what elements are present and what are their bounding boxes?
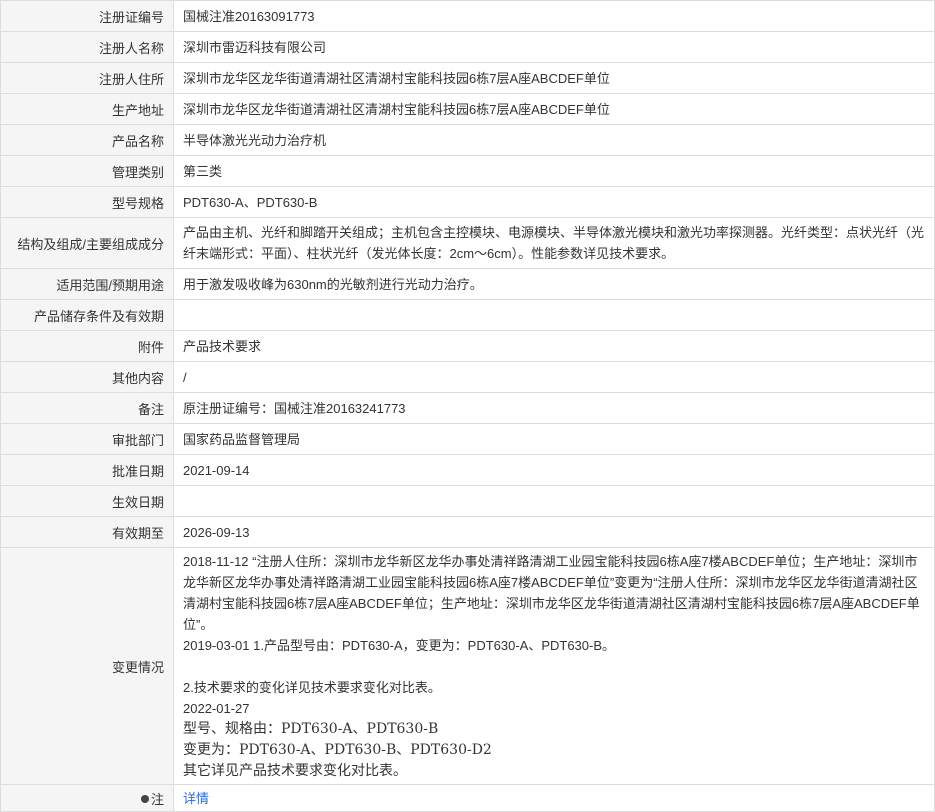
label-other: 其他内容: [0, 361, 174, 393]
value-other: /: [173, 361, 935, 393]
row-registrant-address: 注册人住所 深圳市龙华区龙华街道清湖社区清湖村宝能科技园6栋7层A座ABCDEF…: [0, 62, 935, 94]
label-production-address: 生产地址: [0, 93, 174, 125]
value-expiry-date: 2026-09-13: [173, 516, 935, 548]
label-attachment: 附件: [0, 330, 174, 362]
label-product-name: 产品名称: [0, 124, 174, 156]
change-entry-2022-note: 其它详见产品技术要求变化对比表。: [183, 762, 407, 779]
pin-icon: [140, 795, 149, 804]
row-note: 注 详情: [0, 784, 935, 812]
row-approval-date: 批准日期 2021-09-14: [0, 454, 935, 486]
note-label-text: 注: [150, 791, 164, 807]
row-attachment: 附件 产品技术要求: [0, 330, 935, 362]
value-approval-date: 2021-09-14: [173, 454, 935, 486]
row-remark: 备注 原注册证编号：国械注准20163241773: [0, 392, 935, 424]
label-changes: 变更情况: [0, 547, 174, 785]
value-note: 详情: [173, 784, 935, 812]
row-intended-use: 适用范围/预期用途 用于激发吸收峰为630nm的光敏剂进行光动力治疗。: [0, 268, 935, 300]
row-registrant-name: 注册人名称 深圳市雷迈科技有限公司: [0, 31, 935, 63]
label-approval-date: 批准日期: [0, 454, 174, 486]
value-remark: 原注册证编号：国械注准20163241773: [173, 392, 935, 424]
change-entry-2022-to: 变更为：PDT630-A、PDT630-B、PDT630-D2: [183, 741, 492, 758]
value-registrant-name: 深圳市雷迈科技有限公司: [173, 31, 935, 63]
label-expiry-date: 有效期至: [0, 516, 174, 548]
label-effective-date: 生效日期: [0, 485, 174, 517]
row-changes: 变更情况 2018-11-12 “注册人住所：深圳市龙华新区龙华办事处清祥路清湖…: [0, 547, 935, 785]
label-model-spec: 型号规格: [0, 186, 174, 218]
label-note: 注: [0, 784, 174, 812]
row-structure: 结构及组成/主要组成成分 产品由主机、光纤和脚踏开关组成；主机包含主控模块、电源…: [0, 217, 935, 269]
value-registration-number: 国械注准20163091773: [173, 0, 935, 32]
value-changes: 2018-11-12 “注册人住所：深圳市龙华新区龙华办事处清祥路清湖工业园宝能…: [173, 547, 935, 785]
label-management-category: 管理类别: [0, 155, 174, 187]
row-production-address: 生产地址 深圳市龙华区龙华街道清湖社区清湖村宝能科技园6栋7层A座ABCDEF单…: [0, 93, 935, 125]
label-storage: 产品储存条件及有效期: [0, 299, 174, 331]
value-attachment: 产品技术要求: [173, 330, 935, 362]
row-management-category: 管理类别 第三类: [0, 155, 935, 187]
registration-info-table: 注册证编号 国械注准20163091773 注册人名称 深圳市雷迈科技有限公司 …: [0, 0, 935, 812]
label-registrant-name: 注册人名称: [0, 31, 174, 63]
change-entry-2018: 2018-11-12 “注册人住所：深圳市龙华新区龙华办事处清祥路清湖工业园宝能…: [183, 553, 920, 632]
value-effective-date: [173, 485, 935, 517]
row-registration-number: 注册证编号 国械注准20163091773: [0, 0, 935, 32]
label-intended-use: 适用范围/预期用途: [0, 268, 174, 300]
value-production-address: 深圳市龙华区龙华街道清湖社区清湖村宝能科技园6栋7层A座ABCDEF单位: [173, 93, 935, 125]
label-approval-dept: 审批部门: [0, 423, 174, 455]
label-registration-number: 注册证编号: [0, 0, 174, 32]
value-product-name: 半导体激光光动力治疗机: [173, 124, 935, 156]
value-registrant-address: 深圳市龙华区龙华街道清湖社区清湖村宝能科技园6栋7层A座ABCDEF单位: [173, 62, 935, 94]
label-structure: 结构及组成/主要组成成分: [0, 217, 174, 269]
value-approval-dept: 国家药品监督管理局: [173, 423, 935, 455]
change-entry-2022-date: 2022-01-27: [183, 700, 250, 716]
value-storage: [173, 299, 935, 331]
row-storage: 产品储存条件及有效期: [0, 299, 935, 331]
change-entry-2019: 2019-03-01 1.产品型号由：PDT630-A，变更为：PDT630-A…: [183, 637, 616, 653]
value-management-category: 第三类: [173, 155, 935, 187]
value-model-spec: PDT630-A、PDT630-B: [173, 186, 935, 218]
label-remark: 备注: [0, 392, 174, 424]
row-effective-date: 生效日期: [0, 485, 935, 517]
detail-link[interactable]: 详情: [183, 791, 209, 806]
row-other: 其他内容 /: [0, 361, 935, 393]
change-spacer: [183, 656, 925, 677]
value-structure: 产品由主机、光纤和脚踏开关组成；主机包含主控模块、电源模块、半导体激光模块和激光…: [173, 217, 935, 269]
row-approval-dept: 审批部门 国家药品监督管理局: [0, 423, 935, 455]
label-registrant-address: 注册人住所: [0, 62, 174, 94]
change-entry-2022-from: 型号、规格由：PDT630-A、PDT630-B: [183, 720, 439, 737]
value-intended-use: 用于激发吸收峰为630nm的光敏剂进行光动力治疗。: [173, 268, 935, 300]
row-model-spec: 型号规格 PDT630-A、PDT630-B: [0, 186, 935, 218]
row-expiry-date: 有效期至 2026-09-13: [0, 516, 935, 548]
change-entry-2019-note: 2.技术要求的变化详见技术要求变化对比表。: [183, 679, 441, 695]
row-product-name: 产品名称 半导体激光光动力治疗机: [0, 124, 935, 156]
